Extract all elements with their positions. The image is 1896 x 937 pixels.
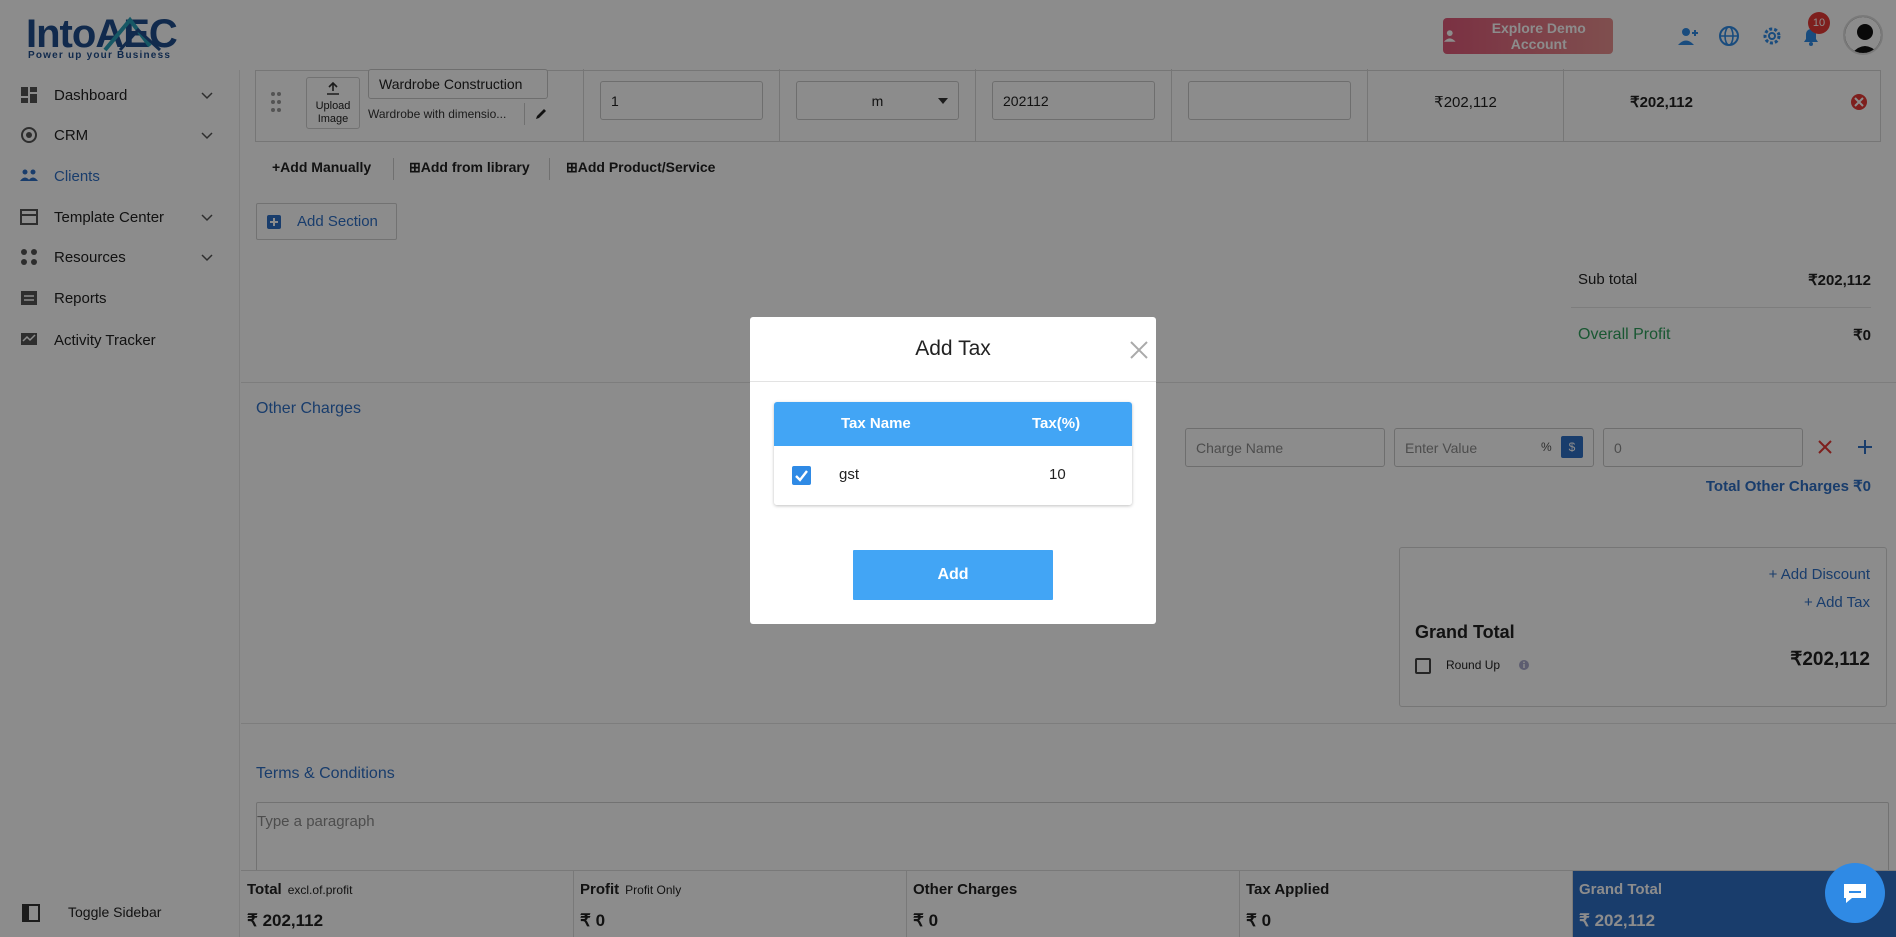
tax-name-cell: gst	[839, 466, 860, 483]
modal-title: Add Tax	[915, 337, 991, 360]
chat-button[interactable]	[1825, 863, 1885, 923]
table-row[interactable]: gst 10	[774, 446, 1132, 505]
tax-table-header: Tax Name Tax(%)	[774, 402, 1132, 446]
close-icon[interactable]	[1128, 339, 1150, 361]
tax-checkbox[interactable]	[792, 466, 811, 485]
divider	[750, 381, 1156, 382]
tax-pct-header: Tax(%)	[1032, 415, 1081, 432]
add-tax-button[interactable]: Add	[853, 550, 1053, 600]
tax-pct-cell: 10	[1049, 466, 1066, 483]
checkmark-icon	[795, 470, 808, 482]
chat-icon	[1844, 884, 1866, 903]
add-tax-modal: Add Tax Tax Name Tax(%) gst 10 Add	[750, 317, 1156, 624]
tax-table: Tax Name Tax(%) gst 10	[774, 402, 1132, 505]
tax-name-header: Tax Name	[841, 415, 911, 432]
